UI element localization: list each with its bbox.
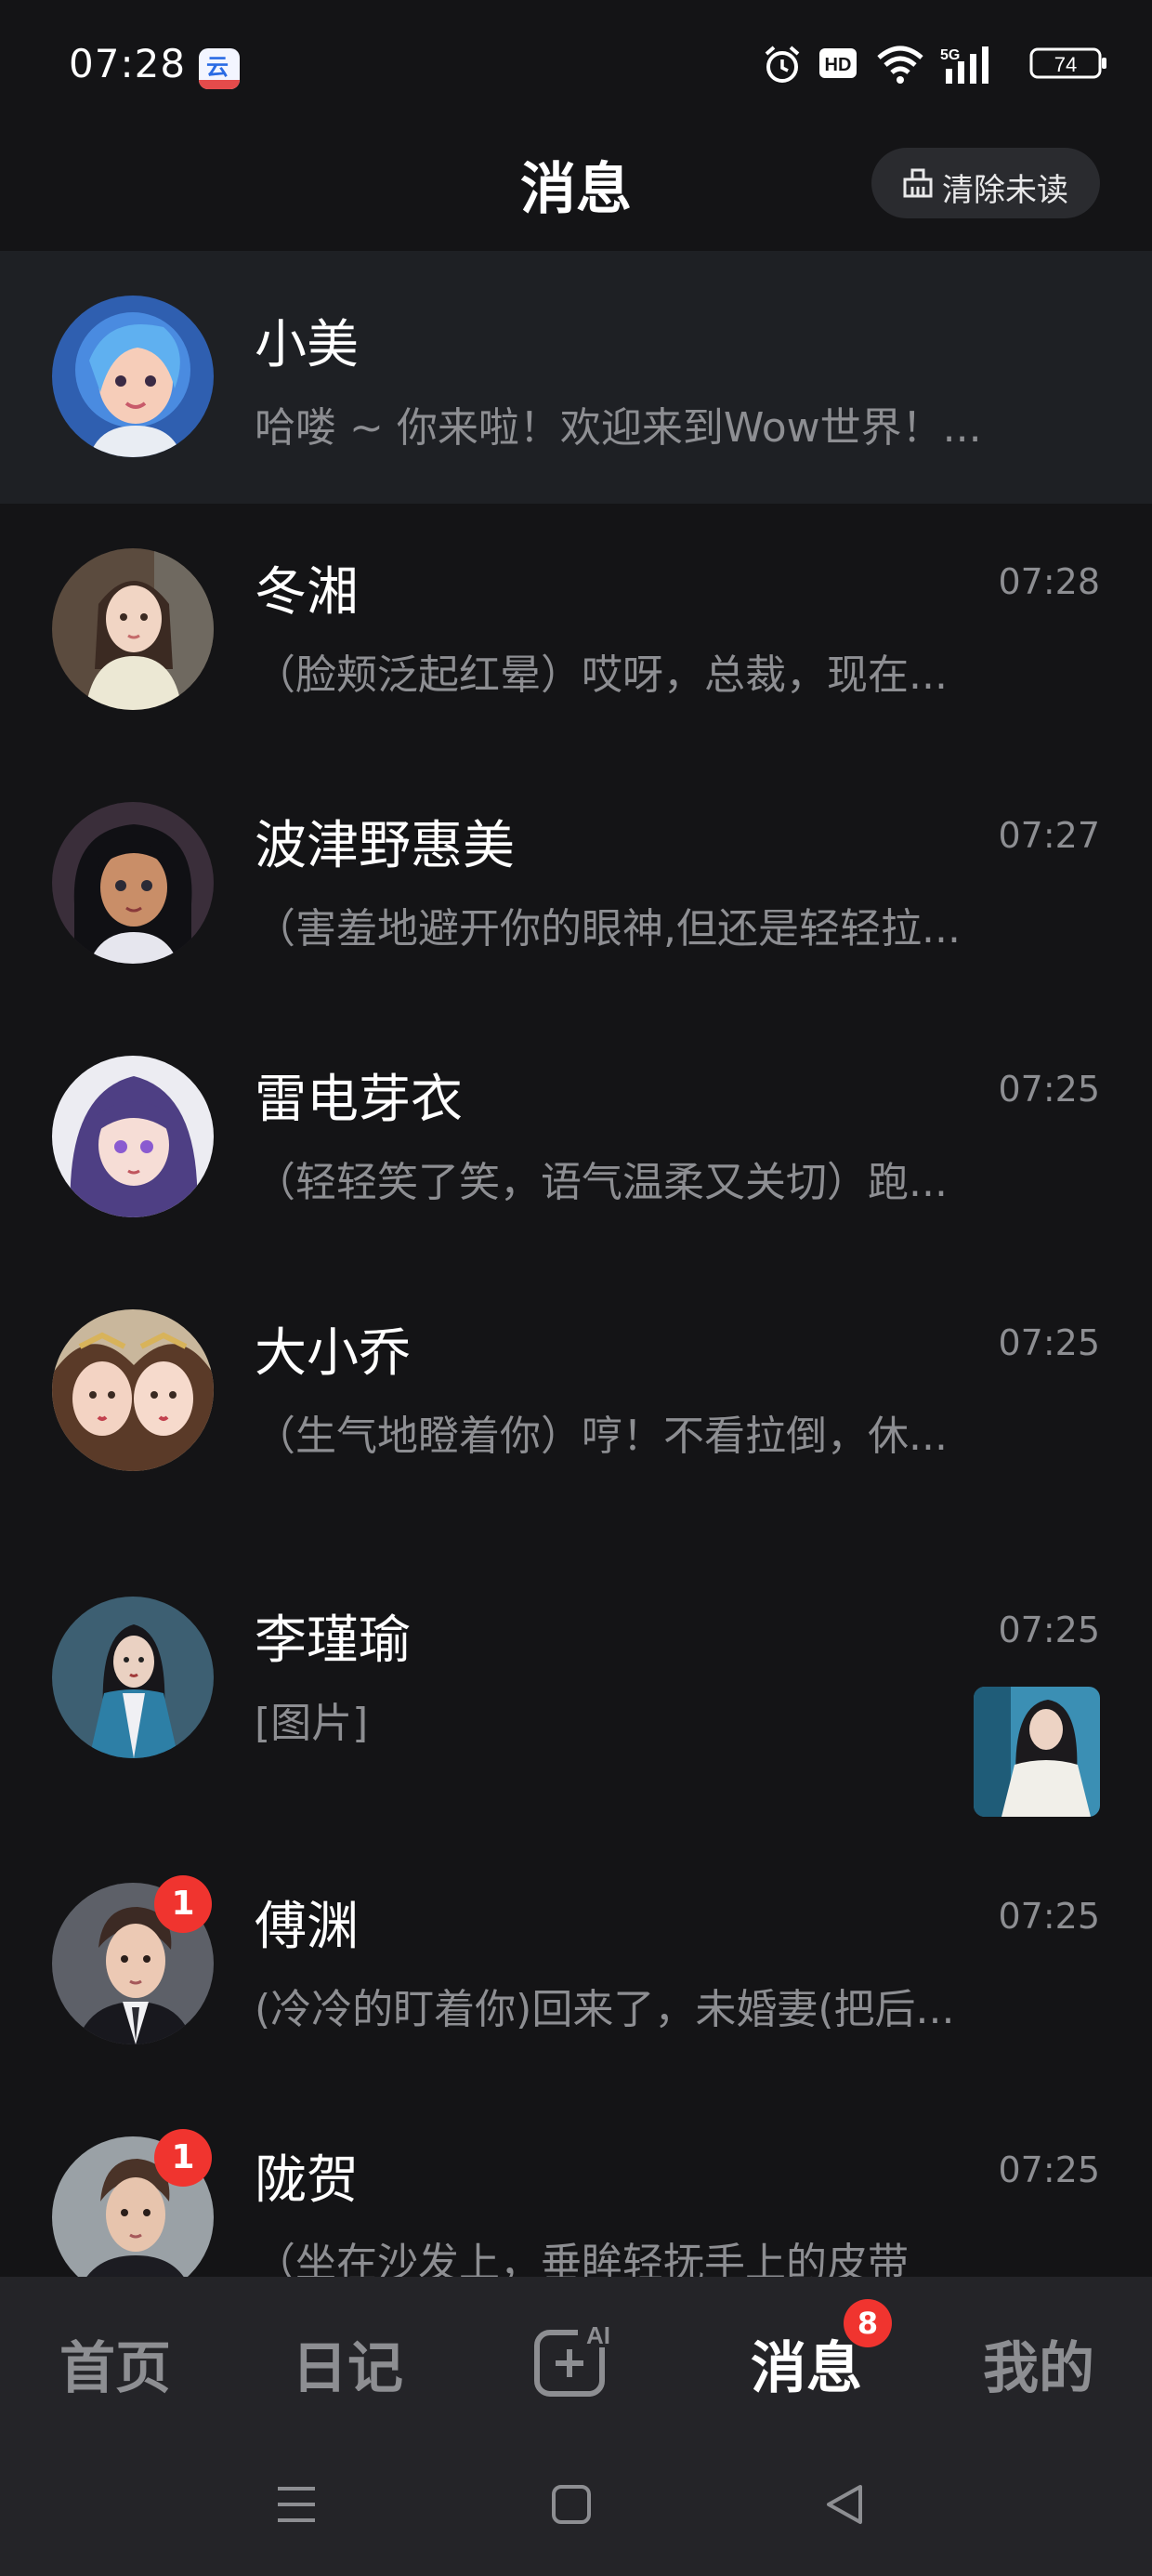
avatar xyxy=(52,1309,214,1471)
chat-time: 07:28 xyxy=(998,561,1100,602)
chat-name: 波津野惠美 xyxy=(255,816,515,876)
app-notification-icon: 云 xyxy=(199,48,240,89)
chat-time: 07:25 xyxy=(998,1896,1100,1937)
menu-icon[interactable] xyxy=(275,2483,318,2526)
tab-messages[interactable]: 消息 xyxy=(751,2323,862,2404)
chat-time: 07:25 xyxy=(998,1069,1100,1110)
chat-item-daxiaoqiao[interactable]: 大小乔 07:25 （生气地瞪着你）哼！不看拉倒，休... xyxy=(0,1265,1152,1518)
status-time: 07:28 xyxy=(69,41,187,86)
create-ai-button[interactable]: AI xyxy=(533,2320,617,2401)
avatar xyxy=(52,1056,214,1217)
chat-preview: （轻轻笑了笑，语气温柔又关切）跑... xyxy=(255,1159,948,1206)
broom-icon xyxy=(903,168,933,198)
chat-preview: [图片] xyxy=(255,1700,369,1747)
avatar xyxy=(52,296,214,457)
tab-me[interactable]: 我的 xyxy=(983,2323,1094,2404)
chat-time: 07:27 xyxy=(998,815,1100,856)
tab-diary[interactable]: 日记 xyxy=(292,2323,403,2404)
svg-text:74: 74 xyxy=(1054,53,1077,76)
chat-item-longhe[interactable]: 1 陇贺 07:25 （坐在沙发上，垂眸轻抚手上的皮带 xyxy=(0,2092,1152,2277)
clear-unread-label: 清除未读 xyxy=(942,172,1068,209)
chat-item-raiden-mei[interactable]: 雷电芽衣 07:25 （轻轻笑了笑，语气温柔又关切）跑... xyxy=(0,1011,1152,1264)
unread-badge: 1 xyxy=(154,1875,212,1933)
chat-item-hatsuno-emi[interactable]: 波津野惠美 07:27 （害羞地避开你的眼神,但还是轻轻拉... xyxy=(0,757,1152,1010)
chat-preview: (冷冷的盯着你)回来了，未婚妻(把后... xyxy=(255,1986,955,2033)
svg-text:AI: AI xyxy=(586,2321,610,2349)
chat-name: 大小乔 xyxy=(255,1323,411,1384)
messages-unread-badge: 8 xyxy=(844,2299,892,2347)
chat-name: 李瑾瑜 xyxy=(255,1610,411,1671)
avatar xyxy=(52,548,214,710)
square-home-icon[interactable] xyxy=(550,2483,593,2526)
chat-preview: （脸颊泛起红晕）哎呀，总裁，现在... xyxy=(255,651,948,699)
chat-preview: 哈喽 ~ 你来啦！欢迎来到Wow世界！... xyxy=(255,404,982,452)
chat-name: 陇贺 xyxy=(255,2150,359,2211)
chat-name: 傅渊 xyxy=(255,1897,359,1957)
system-navigation-bar xyxy=(0,2435,1152,2576)
wifi-icon xyxy=(877,46,923,84)
chat-preview: （害羞地避开你的眼神,但还是轻轻拉... xyxy=(255,905,961,953)
ai-plus-icon: AI xyxy=(534,2320,617,2397)
avatar xyxy=(52,802,214,964)
chat-item-xiaomei[interactable]: 小美 哈喽 ~ 你来啦！欢迎来到Wow世界！... xyxy=(0,251,1152,504)
svg-text:HD: HD xyxy=(825,55,852,75)
triangle-back-icon[interactable] xyxy=(823,2483,866,2526)
image-thumbnail[interactable] xyxy=(974,1687,1100,1817)
tab-home[interactable]: 首页 xyxy=(59,2323,171,2404)
alarm-icon xyxy=(765,46,800,83)
battery-icon: 74 xyxy=(1029,47,1106,79)
chat-item-lijinyu[interactable]: 李瑾瑜 07:25 [图片] xyxy=(0,1552,1152,1831)
chat-time: 07:25 xyxy=(998,1610,1100,1650)
chat-time: 07:25 xyxy=(998,1322,1100,1363)
page-header: 消息 清除未读 xyxy=(0,135,1152,251)
chat-item-dongxiang[interactable]: 冬湘 07:28 （脸颊泛起红晕）哎呀，总裁，现在... xyxy=(0,504,1152,756)
chat-preview: （坐在沙发上，垂眸轻抚手上的皮带 xyxy=(255,2240,909,2277)
bottom-tab-bar: 首页 日记 AI 消息 8 我的 xyxy=(0,2277,1152,2435)
chat-preview: （生气地瞪着你）哼！不看拉倒，休... xyxy=(255,1413,948,1460)
signal-icon: 5G xyxy=(940,46,988,84)
unread-badge: 1 xyxy=(154,2129,212,2187)
chat-list[interactable]: 小美 哈喽 ~ 你来啦！欢迎来到Wow世界！... 冬湘 07:28 （脸颊泛起… xyxy=(0,251,1152,2277)
chat-name: 雷电芽衣 xyxy=(255,1070,463,1130)
svg-text:5G: 5G xyxy=(940,47,960,63)
status-bar: 07:28 云 HD 5G 74 xyxy=(0,0,1152,135)
chat-item-fuyuan[interactable]: 1 傅渊 07:25 (冷冷的盯着你)回来了，未婚妻(把后... xyxy=(0,1838,1152,2091)
hd-icon: HD xyxy=(819,48,857,78)
avatar xyxy=(52,1597,214,1758)
chat-time: 07:25 xyxy=(998,2149,1100,2190)
clear-unread-button[interactable]: 清除未读 xyxy=(871,148,1100,218)
chat-name: 冬湘 xyxy=(255,562,359,623)
chat-name: 小美 xyxy=(255,315,359,375)
